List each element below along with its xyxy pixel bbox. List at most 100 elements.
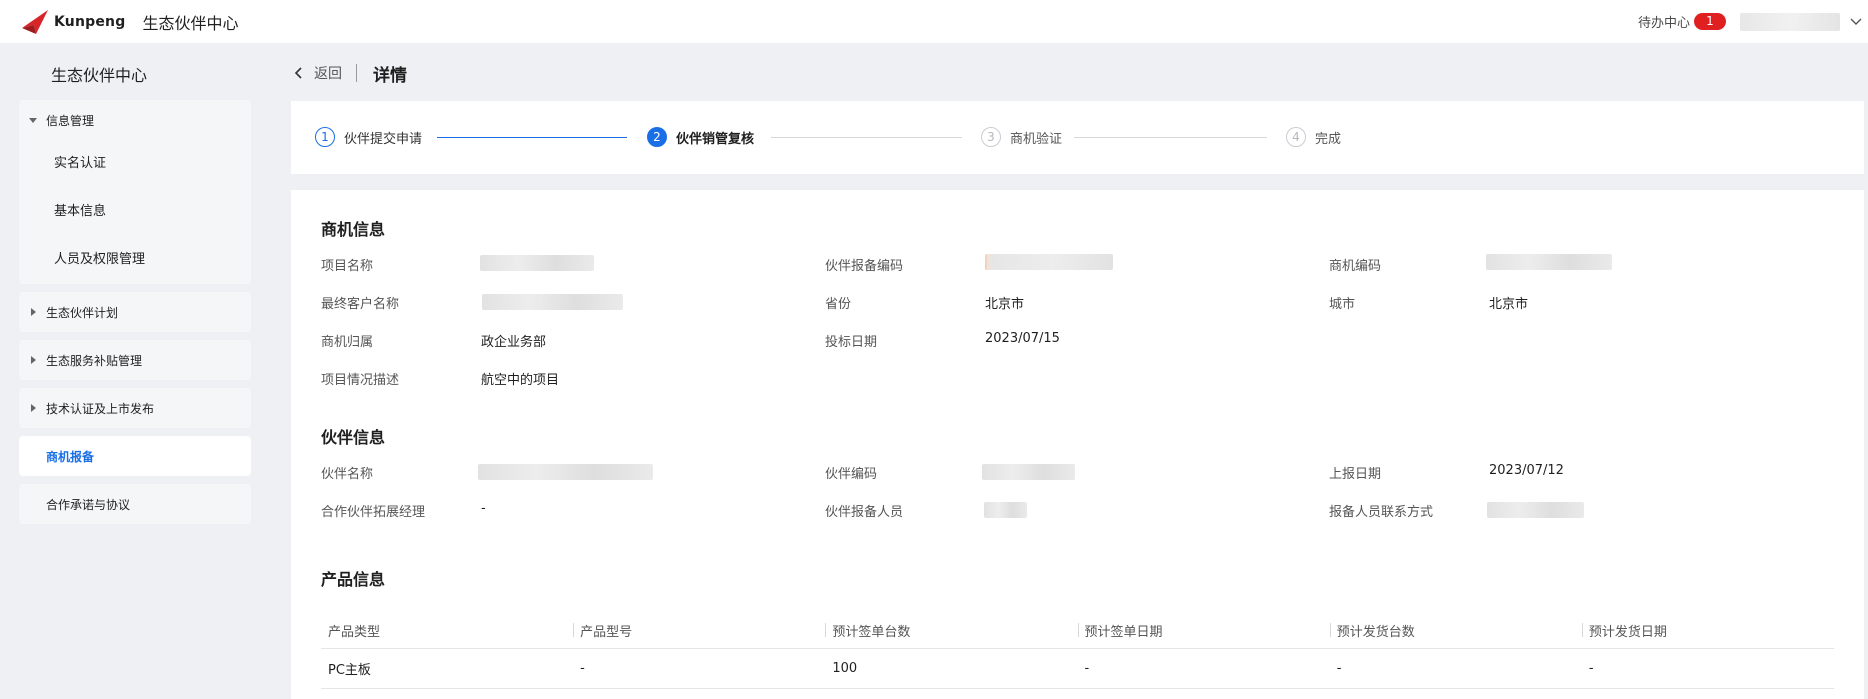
sidebar-group-label: 技术认证及上市发布 <box>46 401 155 416</box>
field-label: 商机编码 <box>1329 259 1382 274</box>
sidebar-item-info-management[interactable]: 信息管理 <box>19 100 251 140</box>
field-label: 最终客户名称 <box>321 297 400 312</box>
section-title-opportunity: 商机信息 <box>321 220 386 239</box>
sidebar-group-label: 信息管理 <box>46 113 95 128</box>
step-label: 伙伴提交申请 <box>344 131 423 147</box>
step-2: 2 伙伴销管复核 <box>647 126 754 148</box>
step-label: 伙伴销管复核 <box>676 131 755 147</box>
table-cell: - <box>1588 661 1594 676</box>
product-table: 产品类型 产品型号 预计签单台数 预计签单日期 预计发货台数 预计发货日期 PC… <box>321 613 1834 689</box>
field-label: 上报日期 <box>1329 467 1382 482</box>
sidebar-group-label: 商机报备 <box>46 449 95 464</box>
step-1: 1 伙伴提交申请 <box>315 126 422 148</box>
logo[interactable]: Kunpeng <box>20 7 125 37</box>
contact-blurred <box>1487 502 1584 518</box>
step-label: 完成 <box>1315 131 1342 147</box>
page-title: 详情 <box>373 65 407 86</box>
bid-date-value: 2023/07/15 <box>985 331 1060 346</box>
step-connector <box>771 137 962 138</box>
field-label: 项目情况描述 <box>321 373 400 388</box>
sidebar-group-label: 生态服务补贴管理 <box>46 353 143 368</box>
sidebar-group-info-management: 信息管理 实名认证 基本信息 人员及权限管理 <box>19 100 251 284</box>
sidebar-item-partner-plan[interactable]: 生态伙伴计划 <box>19 292 251 332</box>
reporter-blurred <box>984 502 1027 518</box>
back-link[interactable]: 返回 <box>314 63 342 83</box>
step-3: 3 商机验证 <box>981 126 1062 148</box>
project-name-blurred <box>480 255 594 271</box>
sidebar-item-real-name-auth[interactable]: 实名认证 <box>19 140 251 188</box>
logo-text: Kunpeng <box>54 13 126 30</box>
section-title-partner: 伙伴信息 <box>321 428 386 447</box>
report-date-value: 2023/07/12 <box>1489 463 1564 478</box>
column-header: 预计发货台数 <box>1329 621 1582 640</box>
table-header-row: 产品类型 产品型号 预计签单台数 预计签单日期 预计发货台数 预计发货日期 <box>321 613 1834 649</box>
sidebar-item-cooperation-agreement[interactable]: 合作承诺与协议 <box>19 484 251 524</box>
field-label: 合作伙伴拓展经理 <box>321 505 426 520</box>
kunpeng-logo-icon <box>22 9 48 34</box>
field-label: 投标日期 <box>825 335 878 350</box>
step-number: 2 <box>647 127 667 147</box>
caret-down-icon <box>29 117 37 123</box>
description-value: 航空中的项目 <box>481 373 560 388</box>
field-label: 伙伴报备编码 <box>825 259 904 274</box>
table-cell: - <box>1336 661 1342 676</box>
owner-value: 政企业务部 <box>481 335 547 350</box>
chevron-left-icon[interactable] <box>292 66 306 80</box>
top-bar: Kunpeng 生态伙伴中心 待办中心 1 <box>0 0 1868 43</box>
column-header: 预计签单台数 <box>825 621 1077 640</box>
column-header: 预计发货日期 <box>1581 621 1834 640</box>
field-label: 项目名称 <box>321 259 374 274</box>
sidebar: 生态伙伴中心 信息管理 实名认证 基本信息 人员及权限管理 生态伙伴计划 生态服… <box>0 43 268 699</box>
partner-code-blurred <box>982 464 1075 480</box>
column-header: 产品类型 <box>328 625 381 640</box>
step-number: 1 <box>315 127 335 147</box>
field-label: 商机归属 <box>321 335 374 350</box>
partner-name-blurred <box>478 464 653 480</box>
partner-report-code-blurred <box>985 254 1113 270</box>
end-customer-blurred <box>482 294 623 310</box>
field-label: 城市 <box>1329 297 1356 312</box>
sidebar-title: 生态伙伴中心 <box>51 66 148 85</box>
step-number: 4 <box>1286 127 1306 147</box>
column-header: 预计签单日期 <box>1077 621 1330 640</box>
city-value: 北京市 <box>1489 297 1529 312</box>
sidebar-item-opportunity-report[interactable]: 商机报备 <box>19 436 251 476</box>
sidebar-item-subsidy-management[interactable]: 生态服务补贴管理 <box>19 340 251 380</box>
opportunity-code-blurred <box>1486 254 1612 270</box>
sidebar-item-people-permissions[interactable]: 人员及权限管理 <box>19 236 251 284</box>
table-row: PC主板 - 100 - - - <box>321 649 1834 689</box>
app-title: 生态伙伴中心 <box>142 13 239 33</box>
table-cell: - <box>580 661 585 676</box>
sidebar-group-label: 生态伙伴计划 <box>46 305 119 320</box>
field-label: 伙伴报备人员 <box>825 505 904 520</box>
table-cell: 100 <box>832 661 858 676</box>
column-header: 产品型号 <box>573 621 825 640</box>
field-label: 报备人员联系方式 <box>1329 505 1434 520</box>
todo-center-label: 待办中心 <box>1637 16 1690 31</box>
progress-steps: 1 伙伴提交申请 2 伙伴销管复核 3 商机验证 4 完成 <box>291 101 1864 174</box>
caret-right-icon <box>31 356 36 364</box>
chevron-down-icon[interactable] <box>1850 18 1862 26</box>
todo-count-badge: 1 <box>1694 13 1726 30</box>
step-connector <box>437 137 627 138</box>
todo-center-link[interactable]: 待办中心 1 <box>1638 12 1726 31</box>
sidebar-item-tech-certification[interactable]: 技术认证及上市发布 <box>19 388 251 428</box>
sidebar-group-label: 合作承诺与协议 <box>46 497 131 512</box>
detail-card: 商机信息 项目名称 伙伴报备编码 商机编码 最终客户名称 省份 北京市 城市 北… <box>291 190 1864 699</box>
step-4: 4 完成 <box>1286 126 1341 148</box>
section-title-product: 产品信息 <box>321 570 386 589</box>
field-label: 省份 <box>825 297 852 312</box>
province-value: 北京市 <box>985 297 1025 312</box>
breadcrumb: 返回 详情 <box>292 60 407 86</box>
sidebar-item-basic-info[interactable]: 基本信息 <box>19 188 251 236</box>
step-label: 商机验证 <box>1010 131 1063 147</box>
step-connector <box>1074 137 1267 138</box>
field-label: 伙伴编码 <box>825 467 878 482</box>
field-label: 伙伴名称 <box>321 467 374 482</box>
user-name-blurred[interactable] <box>1740 12 1840 31</box>
breadcrumb-divider <box>356 64 357 82</box>
step-number: 3 <box>981 127 1001 147</box>
table-cell: PC主板 <box>328 663 371 678</box>
caret-right-icon <box>31 404 36 412</box>
table-cell: - <box>1084 661 1090 676</box>
